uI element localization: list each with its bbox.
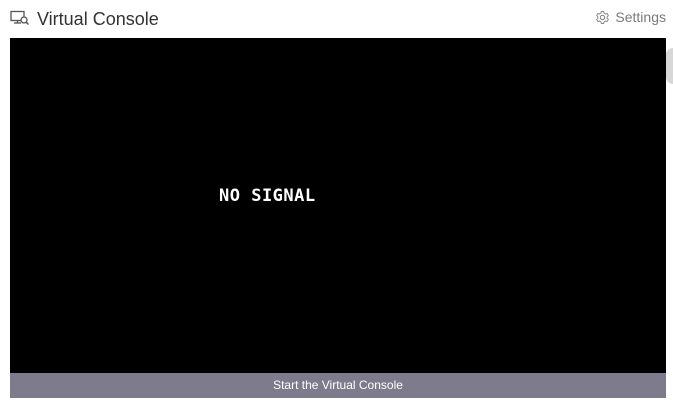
console-screen[interactable]: NO SIGNAL bbox=[10, 38, 666, 373]
settings-label: Settings bbox=[615, 9, 666, 25]
widget-header: Virtual Console Settings bbox=[0, 0, 673, 38]
settings-link[interactable]: Settings bbox=[595, 8, 666, 26]
side-scroll-tab[interactable] bbox=[666, 48, 673, 84]
start-virtual-console-button[interactable]: Start the Virtual Console bbox=[10, 373, 666, 398]
monitor-search-icon bbox=[10, 10, 30, 26]
no-signal-message: NO SIGNAL bbox=[219, 186, 316, 206]
page-title: Virtual Console bbox=[37, 9, 159, 29]
gear-icon bbox=[595, 10, 610, 25]
